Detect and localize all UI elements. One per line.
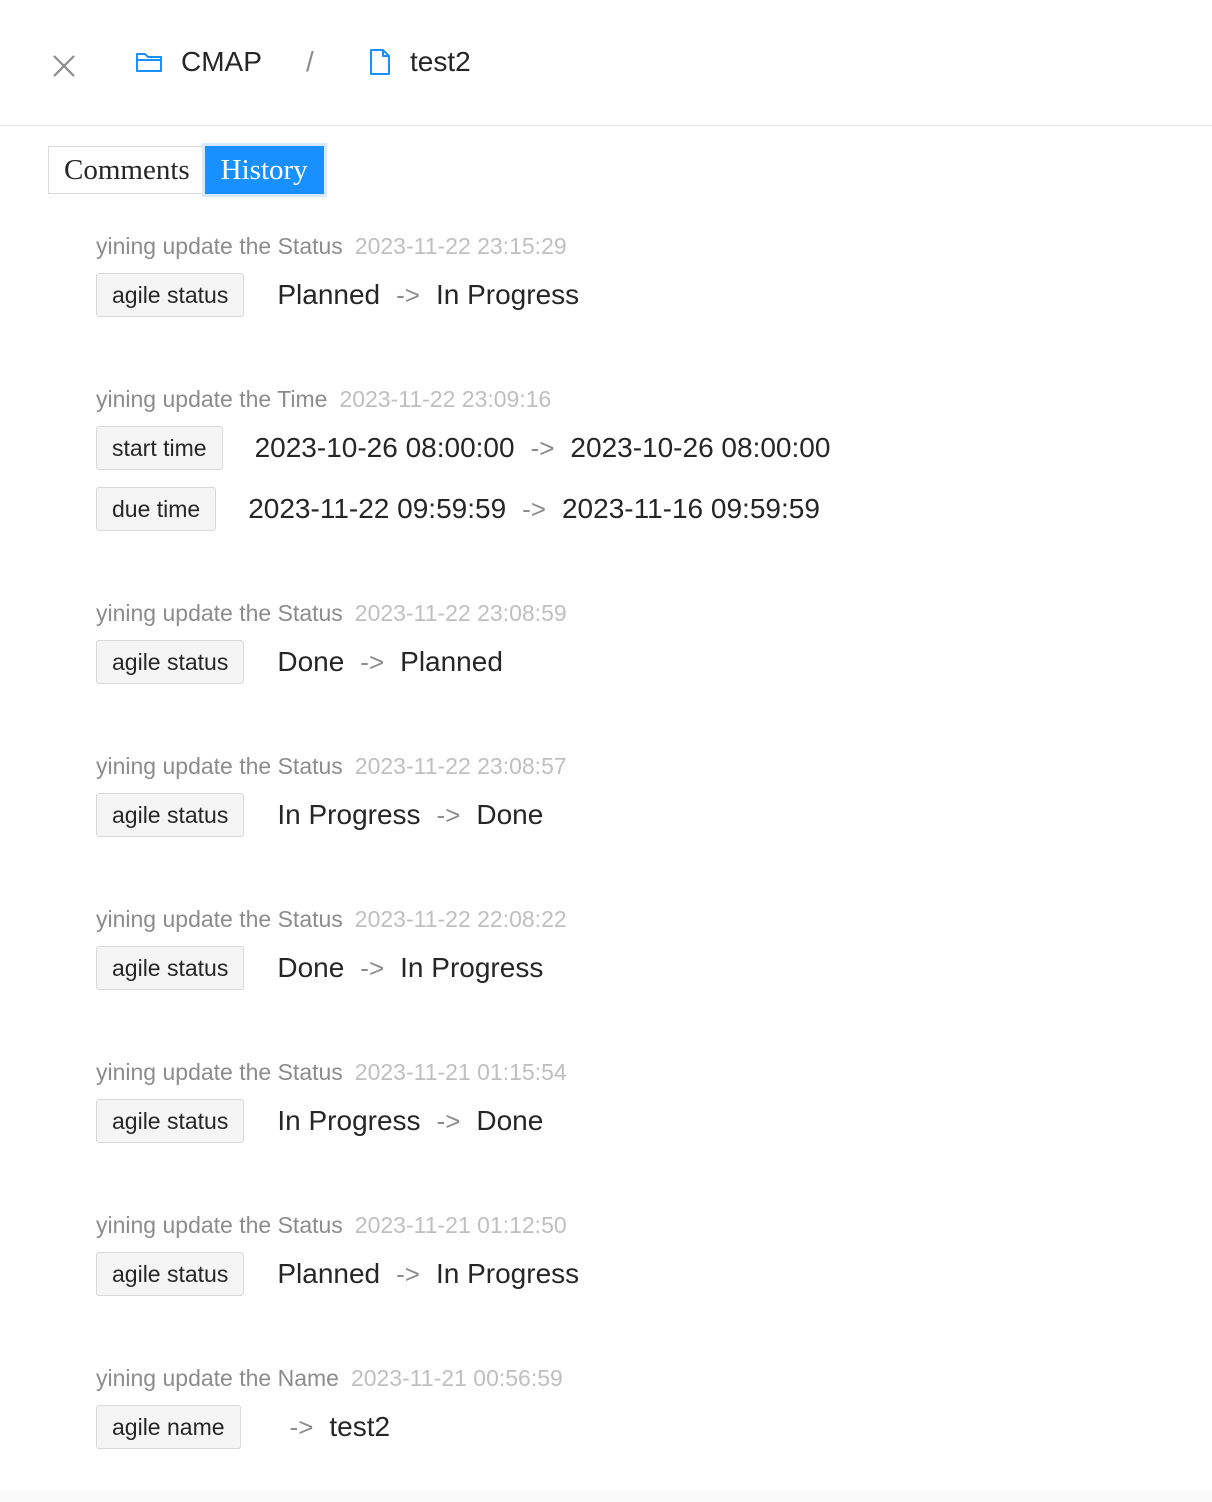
arrow-icon: -> (436, 1105, 461, 1136)
old-value: 2023-11-22 09:59:59 (248, 493, 507, 524)
history-entry-header: yining update the Status 2023-11-21 01:12… (96, 1210, 567, 1240)
new-value: In Progress (435, 1258, 580, 1289)
field-tag: agile name (96, 1405, 241, 1449)
history-entry-header: yining update the Status 2023-11-22 23:15… (96, 231, 567, 261)
old-value: 2023-10-26 08:00:00 (254, 432, 515, 463)
arrow-icon: -> (289, 1411, 314, 1442)
new-value: Done (476, 799, 544, 830)
history-entry: yining update the Status 2023-11-21 01:12… (96, 1210, 579, 1296)
arrow-icon: -> (396, 279, 420, 310)
new-value: test2 (329, 1411, 391, 1442)
footer-strip (0, 1490, 1212, 1502)
field-tag: due time (96, 487, 217, 531)
history-entry-header: yining update the Status 2023-11-21 01:15… (96, 1057, 567, 1087)
arrow-icon: -> (530, 432, 555, 463)
change-row: agile status Planned -> In Progress (96, 1252, 579, 1296)
breadcrumb-file[interactable]: test2 (368, 44, 471, 80)
arrow-icon: -> (360, 646, 385, 677)
arrow-icon: -> (396, 1258, 420, 1289)
history-entry: yining update the Name 2023-11-21 00:56:5… (96, 1363, 563, 1449)
field-tag: agile status (96, 1252, 245, 1296)
history-entry-header: yining update the Status 2023-11-22 23:08… (96, 751, 567, 781)
history-entry-header: yining update the Time 2023-11-22 23:09:1… (96, 384, 551, 414)
new-value: In Progress (400, 952, 544, 983)
history-summary: yining update the Status (96, 753, 343, 779)
tab-comments[interactable]: Comments (48, 146, 205, 194)
history-entry-header: yining update the Status 2023-11-22 22:08… (96, 904, 567, 934)
history-entry: yining update the Status 2023-11-22 23:08… (96, 751, 567, 837)
change-row: agile status Done -> Planned (96, 640, 503, 684)
old-value: Done (277, 952, 345, 983)
history-timestamp: 2023-11-22 23:08:59 (354, 600, 567, 626)
change-row: agile name -> test2 (96, 1405, 390, 1449)
new-value: In Progress (435, 279, 580, 310)
old-value: In Progress (277, 799, 421, 830)
tab-history[interactable]: History (204, 146, 324, 194)
breadcrumb-separator: / (306, 46, 314, 77)
history-summary: yining update the Name (96, 1365, 339, 1391)
history-entry: yining update the Time 2023-11-22 23:09:1… (96, 384, 830, 531)
breadcrumb-folder[interactable]: CMAP (135, 44, 262, 80)
history-summary: yining update the Status (96, 1059, 343, 1085)
old-value: Done (277, 646, 345, 677)
history-summary: yining update the Status (96, 906, 343, 932)
change-row: start time 2023-10-26 08:00:00 -> 2023-1… (96, 426, 830, 470)
history-timestamp: 2023-11-22 23:08:57 (354, 753, 567, 779)
history-entry: yining update the Status 2023-11-22 23:08… (96, 598, 567, 684)
change-row: agile status Planned -> In Progress (96, 273, 579, 317)
new-value: Done (476, 1105, 544, 1136)
old-value: Planned (277, 1258, 381, 1289)
history-entry: yining update the Status 2023-11-21 01:15… (96, 1057, 567, 1143)
history-entry: yining update the Status 2023-11-22 22:08… (96, 904, 567, 990)
field-tag: agile status (96, 640, 245, 684)
history-summary: yining update the Status (96, 233, 343, 259)
history-summary: yining update the Time (96, 386, 328, 412)
history-entry: yining update the Status 2023-11-22 23:15… (96, 231, 579, 317)
arrow-icon: -> (436, 799, 461, 830)
drawer-header: CMAP / test2 (0, 0, 1212, 126)
history-timestamp: 2023-11-22 23:09:16 (339, 386, 552, 412)
breadcrumb-folder-label: CMAP (181, 46, 262, 77)
file-icon (370, 49, 390, 75)
old-value: Planned (277, 279, 381, 310)
change-row: agile status Done -> In Progress (96, 946, 543, 990)
arrow-icon: -> (360, 952, 385, 983)
history-timestamp: 2023-11-21 00:56:59 (350, 1365, 563, 1391)
field-tag: agile status (96, 793, 245, 837)
breadcrumb-file-label: test2 (410, 46, 471, 77)
history-timestamp: 2023-11-21 01:15:54 (354, 1059, 567, 1085)
history-timestamp: 2023-11-22 22:08:22 (354, 906, 567, 932)
change-row: due time 2023-11-22 09:59:59 -> 2023-11-… (96, 487, 820, 531)
history-summary: yining update the Status (96, 600, 343, 626)
close-icon[interactable] (50, 52, 78, 80)
field-tag: agile status (96, 1099, 245, 1143)
field-tag: start time (96, 426, 223, 470)
new-value: Planned (400, 646, 503, 677)
history-timestamp: 2023-11-22 23:15:29 (354, 233, 567, 259)
field-tag: agile status (96, 946, 245, 990)
folder-icon (136, 53, 162, 72)
history-timestamp: 2023-11-21 01:12:50 (354, 1212, 567, 1238)
change-row: agile status In Progress -> Done (96, 1099, 543, 1143)
arrow-icon: -> (522, 493, 546, 524)
field-tag: agile status (96, 273, 245, 317)
tab-bar: Comments History (48, 146, 324, 194)
new-value: 2023-11-16 09:59:59 (561, 493, 820, 524)
history-summary: yining update the Status (96, 1212, 343, 1238)
history-entry-header: yining update the Status 2023-11-22 23:08… (96, 598, 567, 628)
history-entry-header: yining update the Name 2023-11-21 00:56:5… (96, 1363, 563, 1393)
change-row: agile status In Progress -> Done (96, 793, 543, 837)
new-value: 2023-10-26 08:00:00 (570, 432, 831, 463)
old-value: In Progress (277, 1105, 421, 1136)
